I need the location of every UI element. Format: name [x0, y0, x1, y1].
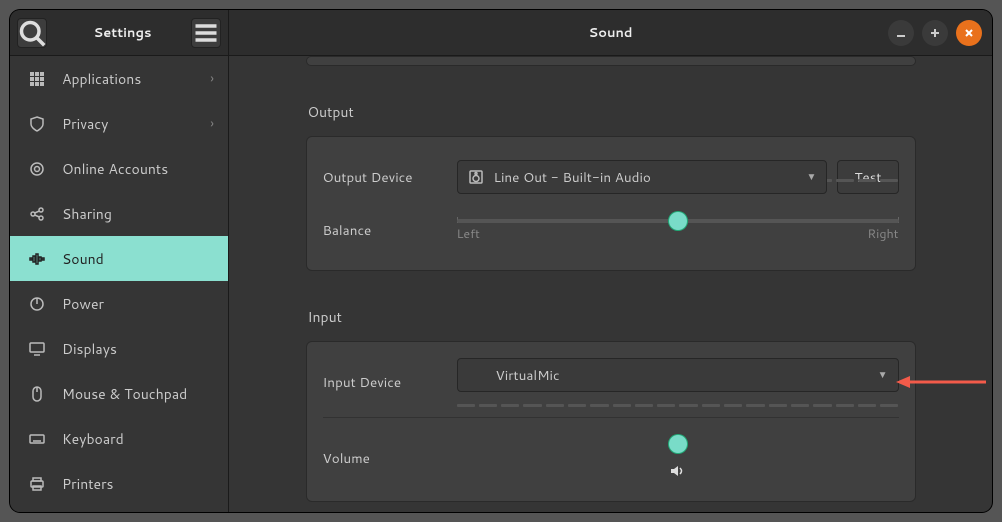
sidebar-item-applications[interactable]: Applications › [10, 56, 228, 101]
sound-icon [28, 250, 46, 268]
input-volume-label: Volume [323, 449, 441, 468]
balance-left-label: Left [457, 225, 480, 243]
sidebar-item-sound[interactable]: Sound [10, 236, 228, 281]
display-icon [28, 340, 46, 358]
sidebar-item-mouse-touchpad[interactable]: Mouse & Touchpad [10, 371, 228, 416]
share-icon [28, 205, 46, 223]
sidebar-item-label: Mouse & Touchpad [62, 384, 187, 404]
chevron-down-icon: ▼ [807, 170, 817, 184]
balance-knob[interactable] [669, 212, 687, 230]
maximize-button[interactable] [922, 20, 948, 46]
sidebar-item-label: Sound [62, 249, 104, 269]
test-button-label: Test [854, 168, 881, 187]
sidebar-item-label: Applications [62, 69, 141, 89]
sidebar-item-label: Online Accounts [62, 159, 168, 179]
minimize-icon [896, 28, 906, 38]
output-device-label: Output Device [323, 168, 441, 187]
keyboard-icon [28, 430, 46, 448]
sidebar-item-label: Privacy [62, 114, 108, 134]
input-section-title: Input [308, 307, 916, 327]
sidebar-item-power[interactable]: Power [10, 281, 228, 326]
power-icon [28, 295, 46, 313]
output-device-row: Output Device Line Out - Built-in Audio … [323, 153, 899, 201]
hamburger-button[interactable] [191, 18, 221, 48]
output-card: Output Device Line Out - Built-in Audio … [306, 136, 916, 271]
sidebar-item-printers[interactable]: Printers [10, 461, 228, 506]
sidebar-item-label: Sharing [62, 204, 112, 224]
balance-slider[interactable]: Left Right [457, 217, 899, 243]
chevron-down-icon: ▼ [878, 368, 888, 382]
input-level-meter [457, 404, 899, 407]
titlebar: Settings Sound [10, 10, 992, 56]
search-icon [18, 19, 46, 47]
sidebar-item-keyboard[interactable]: Keyboard [10, 416, 228, 461]
sidebar-item-privacy[interactable]: Privacy › [10, 101, 228, 146]
page-title: Sound [589, 24, 633, 42]
sidebar: Applications › Privacy › Online Accounts… [10, 56, 229, 512]
window-controls [888, 10, 988, 55]
sidebar-item-sharing[interactable]: Sharing [10, 191, 228, 236]
sidebar-item-online-accounts[interactable]: Online Accounts [10, 146, 228, 191]
main-pane: Output Output Device Line Out - Built-in… [229, 56, 992, 512]
chevron-right-icon: › [210, 115, 214, 133]
volume-high-icon [669, 462, 687, 485]
input-device-label: Input Device [323, 373, 441, 392]
shield-icon [28, 115, 46, 133]
input-device-combo[interactable]: VirtualMic ▼ [457, 358, 899, 392]
grid-icon [28, 70, 46, 88]
close-button[interactable] [956, 20, 982, 46]
output-device-combo[interactable]: Line Out - Built-in Audio ▼ [457, 160, 828, 194]
settings-window: Settings Sound Applications › Privacy [10, 10, 992, 512]
speaker-icon [468, 169, 484, 185]
input-volume-row: Volume [323, 417, 899, 485]
input-volume-knob[interactable] [669, 435, 687, 453]
chevron-right-icon: › [210, 70, 214, 88]
annotation-arrow [896, 372, 986, 386]
test-button[interactable]: Test [837, 160, 898, 194]
app-title: Settings [54, 24, 191, 42]
previous-card-bottom [306, 56, 916, 66]
hamburger-icon [192, 19, 220, 47]
sidebar-item-displays[interactable]: Displays [10, 326, 228, 371]
balance-right-label: Right [867, 225, 898, 243]
search-button[interactable] [17, 18, 47, 48]
titlebar-left: Settings [10, 10, 229, 55]
sidebar-item-label: Printers [62, 474, 114, 494]
input-device-row: Input Device VirtualMic ▼ [323, 358, 899, 407]
balance-label: Balance [323, 221, 441, 240]
sidebar-item-label: Power [62, 294, 104, 314]
minimize-button[interactable] [888, 20, 914, 46]
sidebar-item-label: Displays [62, 339, 117, 359]
mouse-icon [28, 385, 46, 403]
balance-row: Balance Left Right [323, 206, 899, 254]
content: Applications › Privacy › Online Accounts… [10, 56, 992, 512]
input-device-value: VirtualMic [496, 366, 560, 385]
titlebar-center: Sound [229, 10, 992, 55]
main-inner: Output Output Device Line Out - Built-in… [306, 56, 916, 502]
printer-icon [28, 475, 46, 493]
at-icon [28, 160, 46, 178]
close-icon [964, 28, 974, 38]
output-section-title: Output [308, 102, 916, 122]
input-card: Input Device VirtualMic ▼ [306, 341, 916, 502]
output-device-value: Line Out - Built-in Audio [494, 168, 651, 187]
sidebar-item-label: Keyboard [62, 429, 124, 449]
maximize-icon [930, 28, 940, 38]
